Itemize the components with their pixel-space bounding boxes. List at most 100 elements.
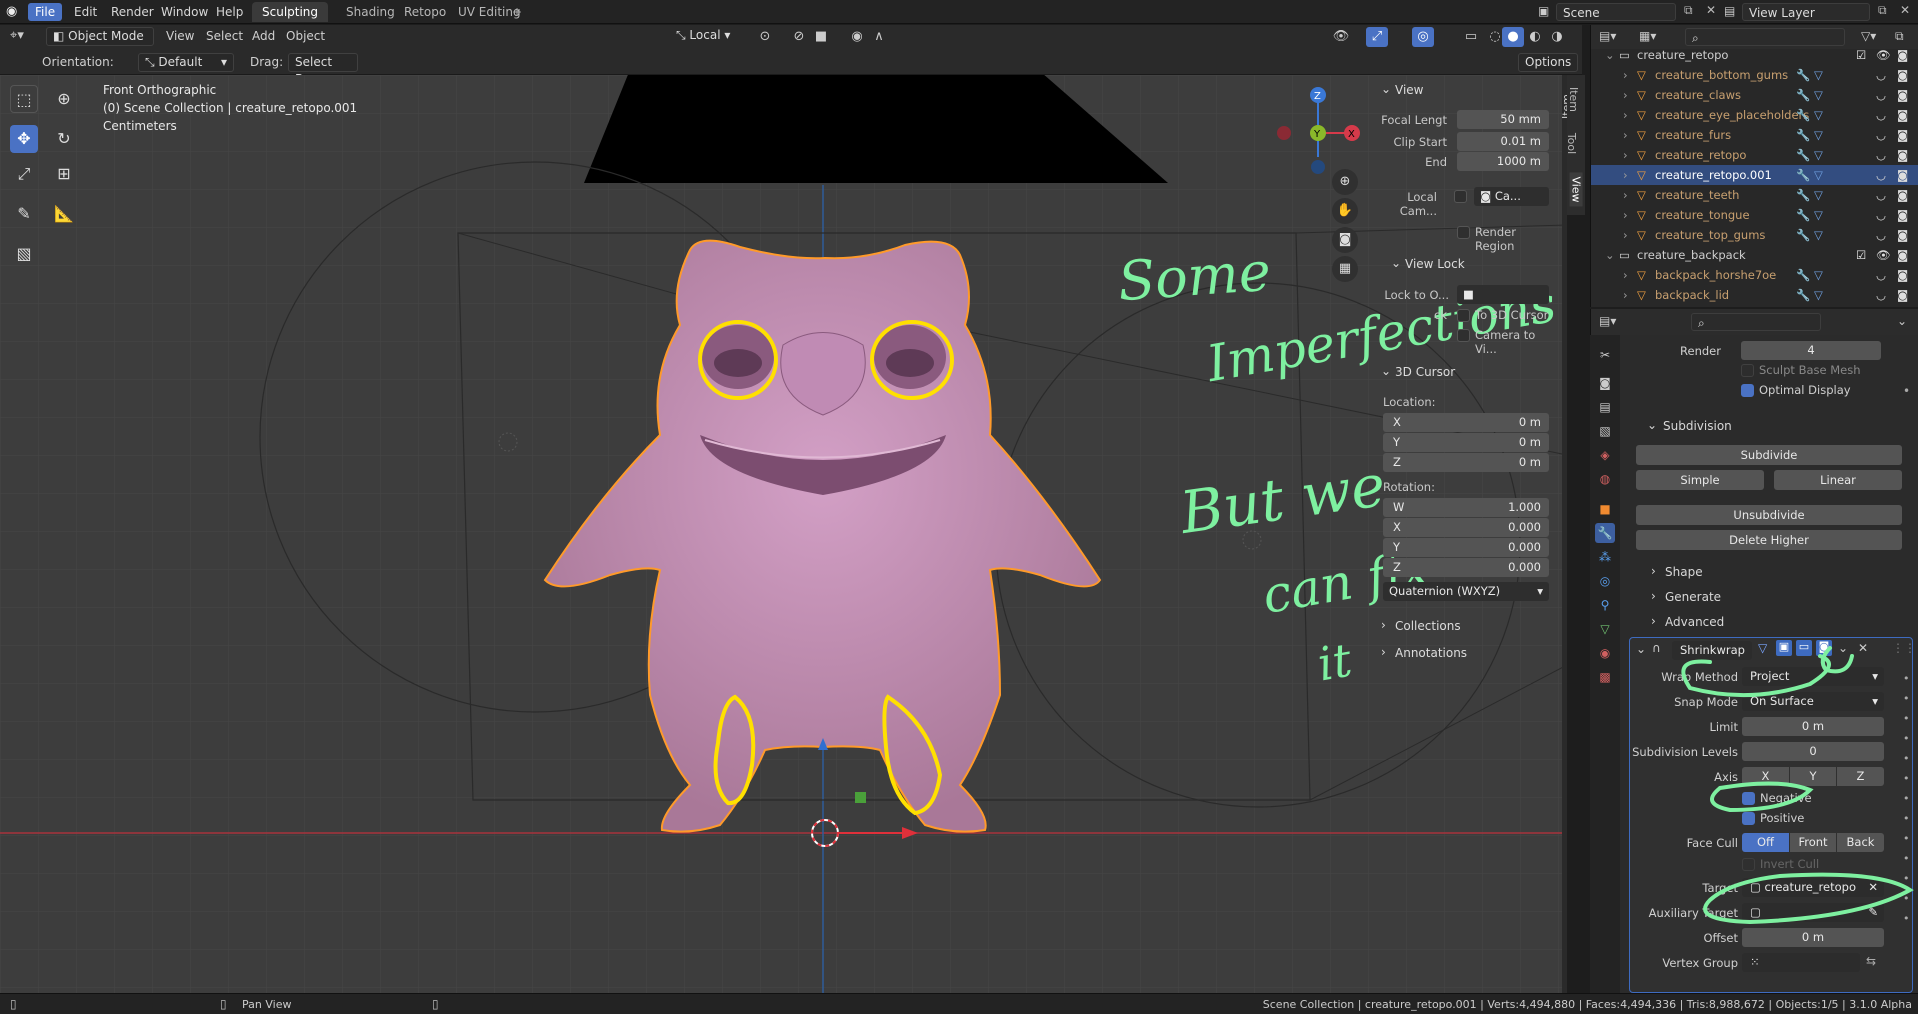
cursor-tool-icon[interactable]: ⊕ [50,85,78,113]
target-field[interactable]: ▢ creature_retopo ✕ [1742,878,1884,897]
render-camera-icon[interactable]: ◙ [1897,85,1908,105]
cursor-rotation-y-field[interactable]: Y 0.000 [1383,538,1549,557]
view-panel-chevron-icon[interactable]: ⌄ [1381,82,1391,96]
expand-chevron-right-icon[interactable]: › [1623,285,1628,305]
texture-tab-icon[interactable]: ▩ [1595,667,1615,687]
mode-selector[interactable]: ◧ Object Mode▾ [46,27,154,60]
modifier-menu-chevron-icon[interactable]: ⌄ [1838,641,1848,655]
tab-retopo[interactable]: Retopo [394,2,456,22]
move-tool-icon[interactable]: ✥ [10,125,38,153]
solid-shading-icon[interactable]: ● [1502,27,1524,47]
simple-button[interactable]: Simple [1636,470,1764,490]
scale-tool-icon[interactable]: ⤢ [10,160,38,188]
xray-icon[interactable]: ▭ [1460,27,1482,47]
menu-add[interactable]: Add [252,29,275,43]
filter-icon[interactable]: ▽▾ [1861,29,1876,43]
subdivision-levels-field[interactable]: 0 [1742,742,1884,761]
viewport-toggle-icon[interactable]: ▭ [1796,640,1812,656]
render-camera-icon[interactable]: ◙ [1897,185,1908,205]
linear-button[interactable]: Linear [1774,470,1902,490]
modifier-name-field[interactable]: Shrinkwrap [1672,641,1752,660]
blender-logo-icon[interactable]: ◉ [6,4,17,19]
outliner-object-row[interactable]: › ▽ creature_teeth 🔧 ▽ ◡ ◙ [1591,185,1918,205]
visibility-eye-icon[interactable]: ◡ [1876,145,1886,165]
menu-edit[interactable]: Edit [67,3,104,21]
scene-close-icon[interactable]: ✕ [1706,3,1716,17]
display-mode-icon[interactable]: ▦▾ [1639,29,1656,43]
visibility-eye-icon[interactable]: ◡ [1876,105,1886,125]
overlay-toggle-icon[interactable]: ◎ [1412,27,1434,47]
auxiliary-target-field[interactable]: ▢ ✎ [1742,903,1884,922]
scene-selector[interactable]: Scene [1556,3,1676,21]
invert-vertex-group-icon[interactable]: ⇆ [1866,954,1876,968]
delete-higher-button[interactable]: Delete Higher [1636,530,1902,550]
clip-start-field[interactable]: 0.01 m [1457,132,1549,151]
modifier-icon[interactable]: 🔧 ▽ [1796,65,1823,85]
modifier-collapse-chevron-icon[interactable]: ⌄ [1636,642,1646,656]
camera-to-view-checkbox[interactable] [1457,329,1470,342]
collections-panel-title[interactable]: Collections [1395,619,1461,633]
world-tab-icon[interactable]: ◍ [1595,469,1615,489]
transform-tool-icon[interactable]: ⊞ [50,160,78,188]
local-camera-checkbox[interactable] [1454,190,1467,203]
expand-chevron-right-icon[interactable]: › [1623,265,1628,285]
local-camera-field[interactable]: ◙ Ca... [1474,187,1549,206]
tab-sculpting[interactable]: Sculpting [252,2,329,22]
view-lock-chevron-icon[interactable]: ⌄ [1391,256,1401,270]
annotate-tool-icon[interactable]: ✎ [10,200,38,228]
render-camera-icon[interactable]: ◙ [1897,285,1908,305]
properties-search-input[interactable]: ⌕ [1691,313,1821,331]
annotations-chevron-icon[interactable]: › [1381,645,1386,659]
render-camera-icon[interactable]: ◙ [1897,125,1908,145]
menu-select[interactable]: Select [206,29,243,43]
edit-mode-toggle-icon[interactable]: ▽ [1758,641,1767,655]
limit-field[interactable]: 0 m [1742,717,1884,736]
shape-panel-title[interactable]: Shape [1665,565,1703,579]
expand-chevron-right-icon[interactable]: › [1623,125,1628,145]
render-tab-icon[interactable]: ◙ [1595,373,1615,393]
visibility-eye-icon[interactable]: 👁 [1876,45,1891,65]
optimal-display-checkbox[interactable] [1741,384,1754,397]
physics-tab-icon[interactable]: ◎ [1595,571,1615,591]
sidebar-tab-view[interactable]: View [1569,172,1583,207]
material-shading-icon[interactable]: ◐ [1524,27,1546,47]
editor-type-icon[interactable]: ⌖▾ [10,28,24,43]
visibility-eye-icon[interactable]: ◡ [1876,125,1886,145]
snap-target-icon[interactable]: ■ [810,27,832,47]
camera-view-icon[interactable]: ◙ [1332,227,1358,253]
face-cull-front-toggle[interactable]: Front [1790,833,1836,852]
collections-chevron-icon[interactable]: › [1381,618,1386,632]
generate-panel-title[interactable]: Generate [1665,590,1721,604]
outliner-collection-row[interactable]: ⌄ ▭ creature_retopo ☑ 👁 ◙ [1591,45,1918,65]
sidebar-tab-tool[interactable]: Tool [1565,133,1578,154]
outliner-object-row[interactable]: › ▽ creature_top_gums 🔧 ▽ ◡ ◙ [1591,225,1918,245]
expand-chevron-down-icon[interactable]: ⌄ [1605,45,1615,65]
rotation-mode-selector[interactable]: Quaternion (WXYZ) ▾ [1383,582,1549,601]
render-camera-icon[interactable]: ◙ [1897,105,1908,125]
orientation-selector[interactable]: ⤡ Default ▾ [138,53,234,72]
drag-selector[interactable]: Select Box [288,53,358,86]
focal-length-field[interactable]: 50 mm [1457,110,1549,129]
snap-mode-selector[interactable]: On Surface ▾ [1742,692,1884,711]
wrap-method-selector[interactable]: Project ▾ [1742,667,1884,686]
view-layer-tab-icon[interactable]: ▧ [1595,421,1615,441]
view-layer-duplicate-icon[interactable]: ⧉ [1878,3,1887,18]
menu-file[interactable]: File [28,3,63,21]
cursor-rotation-w-field[interactable]: W 1.000 [1383,498,1549,517]
eyedropper-icon[interactable]: ✎ [1868,903,1878,922]
data-tab-icon[interactable]: ▽ [1595,619,1615,639]
visibility-eye-icon[interactable]: ◡ [1876,205,1886,225]
outliner-collection-row[interactable]: ⌄ ▭ creature_backpack ☑ 👁 ◙ [1591,245,1918,265]
expand-chevron-right-icon[interactable]: › [1623,145,1628,165]
sidebar-tab-item[interactable]: Item [1560,94,1567,119]
render-camera-icon[interactable]: ◙ [1897,225,1908,245]
lock-to-object-field[interactable]: ■ [1457,285,1549,304]
pan-hand-icon[interactable]: ✋ [1332,198,1358,224]
scene-tab-icon[interactable]: ◈ [1595,445,1615,465]
exclude-checkbox-icon[interactable]: ☑ [1856,45,1866,65]
modifier-icon[interactable]: 🔧 ▽ [1796,185,1823,205]
render-toggle-icon[interactable]: ◙ [1816,640,1832,656]
visibility-eye-icon[interactable]: ◡ [1876,165,1886,185]
rendered-shading-icon[interactable]: ◑ [1546,27,1568,47]
add-cube-tool-icon[interactable]: ▧ [10,240,38,268]
